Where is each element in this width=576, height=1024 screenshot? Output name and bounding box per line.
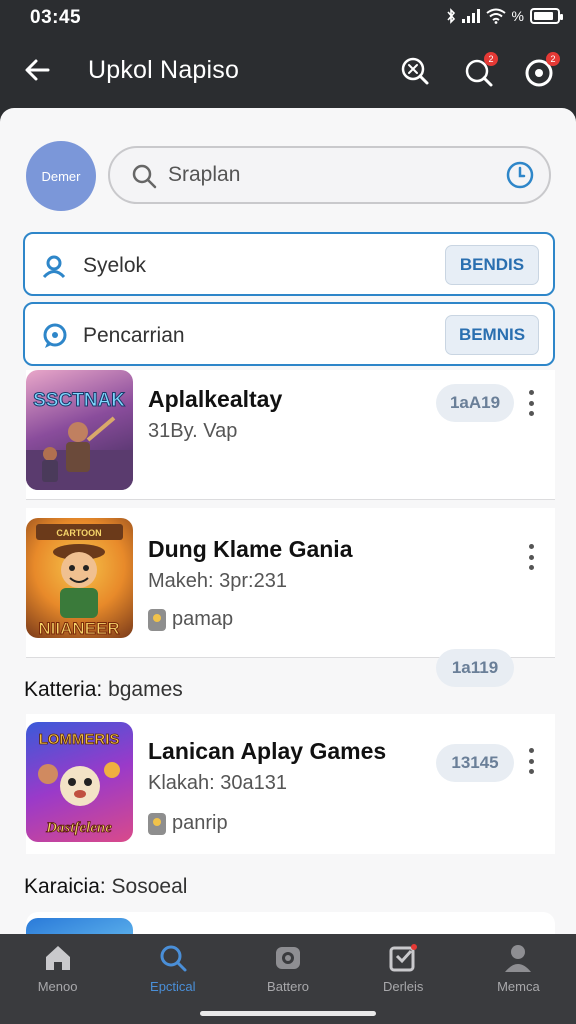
status-bar: 03:45 % xyxy=(0,0,576,36)
tag-icon xyxy=(148,608,166,631)
wifi-icon xyxy=(485,8,506,24)
svg-text:LOMMERIS: LOMMERIS xyxy=(39,731,120,748)
avatar-text: Demer xyxy=(41,168,81,184)
svg-text:Dastfelene: Dastfelene xyxy=(45,820,112,836)
nav-item-home[interactable]: Menoo xyxy=(0,934,115,1024)
filter-button[interactable]: BEMNIS xyxy=(445,315,539,355)
svg-text:SSCTNAK: SSCTNAK xyxy=(33,390,125,411)
battery-icon xyxy=(530,8,563,24)
more-options-icon[interactable] xyxy=(526,748,536,774)
section-label: Karaicia: xyxy=(24,875,106,898)
game-thumbnail xyxy=(26,918,133,934)
app-bar: Upkol Napiso 2 2 xyxy=(0,36,576,108)
tag-icon xyxy=(148,812,166,835)
bluetooth-icon xyxy=(446,8,455,24)
filter-label: Pencarrian xyxy=(83,324,185,347)
game-action-button[interactable]: 13145 xyxy=(436,744,514,782)
home-icon xyxy=(45,946,70,970)
battery-percent-symbol: % xyxy=(511,8,524,24)
signal-icon xyxy=(461,9,480,23)
notification-badge: 2 xyxy=(546,52,560,66)
timer-icon[interactable] xyxy=(505,160,535,190)
content-sheet: Demer Syelok BENDIS Pencarrian BEMNIS SS… xyxy=(0,108,576,934)
search-button[interactable]: 2 xyxy=(460,52,498,90)
nav-label: Memca xyxy=(497,979,540,994)
search-input[interactable] xyxy=(168,160,488,190)
game-art: CARTOON NIIANEER xyxy=(36,524,123,638)
game-title: Aplalkealtay xyxy=(148,386,283,412)
game-thumbnail: LOMMERIS Dastfelene xyxy=(26,722,133,842)
chat-icon xyxy=(43,323,67,348)
game-title: Dung Klame Gania xyxy=(148,536,353,562)
game-card[interactable]: SSCTNAK Aplalkealtay 31By. Vap 1aA19 xyxy=(26,370,555,500)
section-header-social: Karaicia: Sosoeal xyxy=(24,875,187,899)
game-card-partial[interactable] xyxy=(26,912,555,934)
camera-icon xyxy=(276,947,300,969)
scan-search-button[interactable] xyxy=(396,52,434,90)
game-title: Lanican Aplay Games xyxy=(148,738,387,764)
game-thumbnail: CARTOON NIIANEER xyxy=(26,518,133,638)
record-button[interactable]: 2 xyxy=(522,52,560,90)
svg-text:CARTOON: CARTOON xyxy=(56,528,101,538)
scan-search-icon xyxy=(401,57,429,85)
game-subtitle: 31By. Vap xyxy=(148,420,238,442)
game-art: LOMMERIS Dastfelene xyxy=(38,731,120,836)
game-card[interactable]: LOMMERIS Dastfelene Lanican Aplay Games … xyxy=(26,714,555,854)
avatar[interactable]: Demer xyxy=(26,141,96,211)
filter-button[interactable]: BENDIS xyxy=(445,245,539,285)
game-tag-label: panrip xyxy=(172,812,228,834)
search-bar[interactable] xyxy=(108,146,551,204)
nav-label: Menoo xyxy=(37,979,78,994)
filter-pill-syelok[interactable]: Syelok BENDIS xyxy=(23,232,555,296)
nav-item-profile[interactable]: Memca xyxy=(461,934,576,1024)
game-card[interactable]: CARTOON NIIANEER Dung Klame Gania Makeh:… xyxy=(26,508,555,687)
nav-label: Epctical xyxy=(150,979,196,994)
svg-text:NIIANEER: NIIANEER xyxy=(38,619,119,638)
game-action-button[interactable]: 1aA19 xyxy=(436,384,514,422)
game-tag: panrip xyxy=(148,812,228,835)
back-arrow-icon[interactable] xyxy=(22,54,54,86)
game-thumbnail: SSCTNAK xyxy=(26,370,133,490)
person-icon xyxy=(505,945,532,972)
section-label: Katteria: xyxy=(24,678,103,701)
page-title: Upkol Napiso xyxy=(88,56,240,84)
more-options-icon[interactable] xyxy=(526,544,536,570)
filter-pill-pencarian[interactable]: Pencarrian BEMNIS xyxy=(23,302,555,366)
notification-badge: 2 xyxy=(484,52,498,66)
filter-label: Syelok xyxy=(83,254,147,277)
nav-label: Derleis xyxy=(382,979,424,994)
game-action-button[interactable]: 1a119 xyxy=(436,649,514,687)
game-tag-label: pamap xyxy=(172,608,234,630)
section-header-category: Katteria: bgames xyxy=(24,678,183,702)
status-time: 03:45 xyxy=(30,7,82,28)
more-options-icon[interactable] xyxy=(526,390,536,416)
status-icons: % xyxy=(446,8,563,24)
game-subtitle: Klakah: 30a131 xyxy=(148,772,288,794)
game-tag: pamap xyxy=(148,608,233,631)
game-art: SSCTNAK xyxy=(26,390,133,490)
section-value: bgames xyxy=(108,678,183,701)
section-value: Sosoeal xyxy=(111,875,188,898)
home-indicator[interactable] xyxy=(200,1011,376,1016)
badge-icon xyxy=(389,944,418,972)
nav-label: Battero xyxy=(267,979,309,994)
search-icon xyxy=(160,945,187,972)
search-icon xyxy=(132,164,157,189)
person-search-icon xyxy=(42,255,66,279)
game-subtitle: Makeh: 3pr:231 xyxy=(148,570,287,592)
